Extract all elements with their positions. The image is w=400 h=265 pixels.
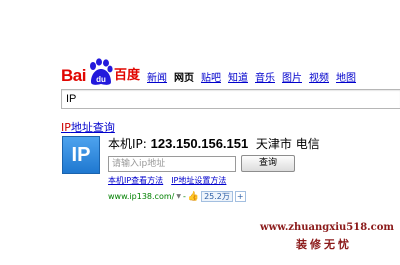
nav-images[interactable]: 图片 (282, 73, 302, 85)
result-title-em: IP (61, 121, 71, 134)
top-nav: 新闻 网页 贴吧 知道 音乐 图片 视频 地图 (147, 73, 356, 85)
local-ip-value: 123.150.156.151 (150, 136, 249, 151)
nav-web[interactable]: 网页 (174, 73, 194, 85)
watermark-url: www.zhuangxiu518.com (260, 222, 394, 233)
nav-video[interactable]: 视频 (309, 73, 329, 85)
nav-map[interactable]: 地图 (336, 73, 356, 85)
local-ip-label: 本机IP: (108, 137, 151, 151)
local-ip-line: 本机IP: 123.150.156.151 天津市 电信 (108, 136, 320, 152)
result-title-rest: 地址查询 (70, 121, 115, 134)
search-input[interactable]: IP (61, 89, 400, 109)
result-url[interactable]: www.ip138.com/ (108, 192, 174, 202)
separator: - (182, 191, 186, 201)
link-set-ip-method[interactable]: IP地址设置方法 (171, 176, 226, 186)
nav-zhidao[interactable]: 知道 (228, 73, 248, 85)
baidu-logo[interactable]: Bai du 百度 (61, 58, 140, 86)
link-view-ip-method[interactable]: 本机IP查看方法 (108, 176, 163, 186)
result-title-link[interactable]: IP地址查询 (61, 121, 115, 134)
dropdown-arrow-icon[interactable]: ▼ (176, 192, 181, 202)
watermark-name: 装修无忧 (296, 238, 352, 251)
logo-text-bai: Bai (61, 66, 86, 85)
logo-text-cn: 百度 (113, 68, 140, 83)
ip-location: 天津市 电信 (248, 137, 320, 151)
logo-paw-text: du (96, 75, 106, 84)
nav-tieba[interactable]: 贴吧 (201, 73, 221, 85)
paw-logo-icon: du (89, 58, 113, 85)
ip-address-input[interactable]: 请输入ip地址 (108, 156, 236, 172)
ip-icon: IP (62, 136, 100, 174)
thumbs-up-icon[interactable]: 👍 (188, 192, 199, 202)
query-button[interactable]: 查询 (241, 155, 295, 172)
nav-news[interactable]: 新闻 (147, 73, 167, 85)
nav-music[interactable]: 音乐 (255, 73, 275, 85)
result-footer: www.ip138.com/ ▼ - 👍 25.2万 + (108, 191, 246, 202)
plus-icon[interactable]: + (234, 191, 246, 202)
like-count: 25.2万 (201, 191, 233, 202)
help-links: 本机IP查看方法 IP地址设置方法 (108, 176, 226, 186)
